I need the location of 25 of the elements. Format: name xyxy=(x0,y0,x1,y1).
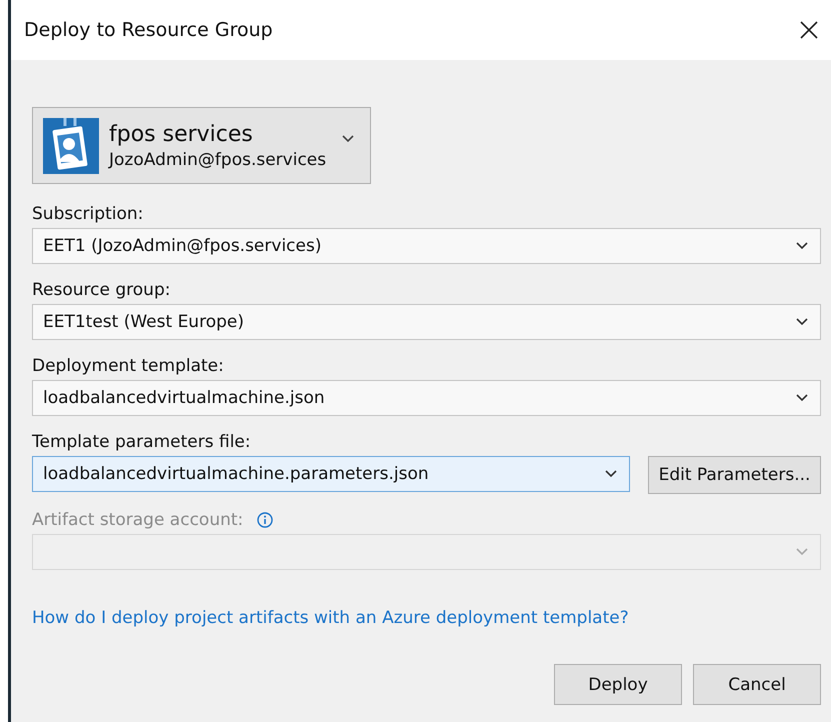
help-link[interactable]: How do I deploy project artifacts with an Azure deployment template? xyxy=(32,608,821,628)
field-label: Template parameters file: xyxy=(32,432,251,452)
dropdown[interactable]: loadbalancedvirtualmachine.json xyxy=(32,380,821,416)
dropdown[interactable]: EET1 (JozoAdmin@fpos.services) xyxy=(32,228,821,264)
account-email: JozoAdmin@fpos.services xyxy=(109,148,328,170)
deploy-button[interactable]: Deploy xyxy=(554,664,682,705)
field-label: Subscription: xyxy=(32,204,144,224)
account-name: fpos services xyxy=(109,120,254,148)
field-label: Resource group: xyxy=(32,280,170,300)
chevron-down-icon xyxy=(342,135,354,143)
chevron-down-icon xyxy=(605,470,617,478)
user-badge-icon xyxy=(43,118,99,174)
field-label: Deployment template: xyxy=(32,356,224,376)
edit-parameters-button[interactable]: Edit Parameters... xyxy=(648,456,821,494)
chevron-down-icon xyxy=(796,318,808,326)
window-title: Deploy to Resource Group xyxy=(24,19,273,41)
chevron-down-icon xyxy=(796,242,808,250)
dropdown[interactable]: EET1test (West Europe) xyxy=(32,304,821,340)
chevron-down-icon xyxy=(796,548,808,556)
account-picker[interactable]: fpos services JozoAdmin@fpos.services xyxy=(32,107,371,184)
cancel-button[interactable]: Cancel xyxy=(693,664,821,705)
dropdown[interactable]: loadbalancedvirtualmachine.parameters.json xyxy=(32,456,630,492)
field-label: Artifact storage account: xyxy=(32,510,244,530)
chevron-down-icon xyxy=(796,394,808,402)
close-icon[interactable] xyxy=(799,20,819,40)
